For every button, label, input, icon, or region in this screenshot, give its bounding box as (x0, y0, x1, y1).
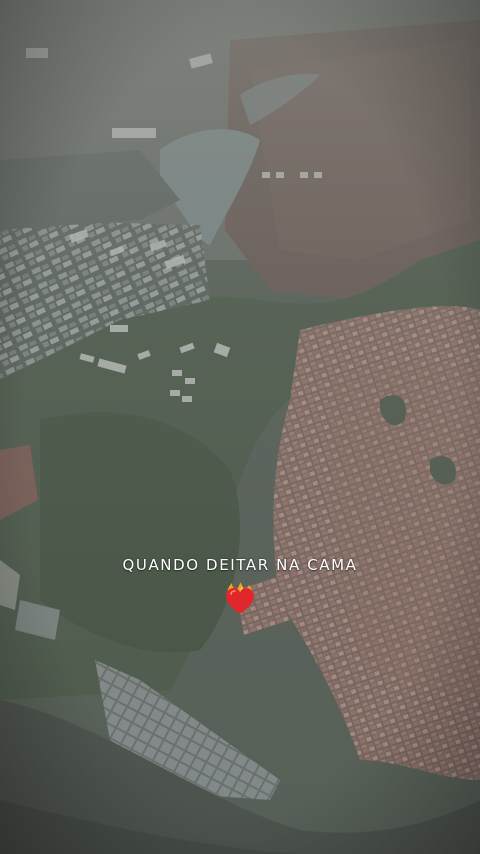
heart-on-fire-icon (226, 582, 254, 614)
story-view[interactable]: QUANDO DEITAR NA CAMA (0, 0, 480, 854)
story-caption: QUANDO DEITAR NA CAMA (122, 556, 358, 574)
aerial-city-photo (0, 0, 480, 854)
